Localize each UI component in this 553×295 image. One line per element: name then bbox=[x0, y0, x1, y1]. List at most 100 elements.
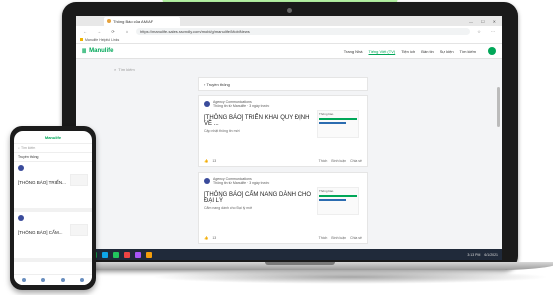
post-meta: Thông tin từ Manulife · 3 ngày trước bbox=[213, 104, 270, 108]
post-thumbnail[interactable]: Thông báo bbox=[317, 110, 359, 138]
main-content: ⌕ Tìm kiếm ‹ Truyền thông Agency Communi… bbox=[76, 59, 502, 244]
back-icon[interactable]: ← bbox=[80, 29, 90, 34]
like-icon: 👍 bbox=[204, 159, 209, 163]
phone-header: Manulife bbox=[14, 131, 92, 144]
browser-icon[interactable] bbox=[102, 251, 108, 258]
browser-tab[interactable]: Thông Báo của AM/AF bbox=[104, 16, 180, 26]
avatar[interactable] bbox=[488, 47, 496, 55]
phone-search-placeholder: Tìm kiếm bbox=[20, 146, 36, 150]
system-tray: 3:13 PM 6/1/2021 bbox=[467, 253, 498, 257]
laptop-frame: Thông Báo của AM/AF — ☐ ✕ ← → ⟳ ⌂ https:… bbox=[62, 2, 518, 270]
star-icon[interactable]: ☆ bbox=[474, 29, 484, 34]
like-icon: 👍 bbox=[204, 236, 209, 240]
laptop-screen: Thông Báo của AM/AF — ☐ ✕ ← → ⟳ ⌂ https:… bbox=[76, 16, 502, 260]
like-count: 13 bbox=[212, 236, 217, 240]
app-icon[interactable] bbox=[146, 251, 152, 258]
share-button[interactable]: Chia sẻ bbox=[350, 159, 362, 163]
thumb-label: Thông báo bbox=[319, 189, 334, 193]
post-description: Cẩm nang dành cho Đại lý mới bbox=[204, 206, 253, 210]
post-card[interactable]: Agency Communications Thông tin từ Manul… bbox=[198, 95, 368, 167]
nav-item-events[interactable]: Sự kiện bbox=[440, 49, 454, 54]
brand-logo[interactable]: Ⅲ Manulife bbox=[82, 48, 113, 55]
like-button[interactable]: Thích bbox=[319, 236, 328, 240]
like-button[interactable]: Thích bbox=[319, 159, 328, 163]
nav-item-bulletin[interactable]: Bản tin bbox=[421, 49, 433, 54]
post-title[interactable]: [THÔNG BÁO] TRIỂN KHAI QUY ĐỊNH VỀ ... bbox=[204, 115, 314, 127]
nav-item-home[interactable]: Trang Nhà bbox=[344, 49, 363, 54]
phone-breadcrumb[interactable]: Truyền thông bbox=[14, 152, 92, 162]
breadcrumb[interactable]: ‹ Truyền thông bbox=[198, 77, 368, 91]
forward-icon[interactable]: → bbox=[94, 29, 104, 34]
reload-icon[interactable]: ⟳ bbox=[108, 29, 118, 34]
nav-dot-icon[interactable] bbox=[41, 278, 46, 282]
post-footer: 👍 13 Thích Bình luận Chia sẻ bbox=[204, 159, 362, 163]
url-field[interactable]: https://manulife-sales.ssvndly.com/mobi/… bbox=[136, 27, 470, 35]
folder-icon bbox=[80, 38, 83, 41]
camera-icon bbox=[287, 8, 292, 13]
thumb-bar bbox=[319, 122, 346, 124]
comment-button[interactable]: Bình luận bbox=[331, 236, 346, 240]
post-description: Cập nhật thông tin mới bbox=[204, 129, 240, 133]
manulife-logo-icon: Ⅲ bbox=[82, 48, 87, 55]
nav-dot-icon[interactable] bbox=[80, 278, 85, 282]
nav-dot-icon[interactable] bbox=[60, 278, 65, 282]
comment-button[interactable]: Bình luận bbox=[331, 159, 346, 163]
browser-titlebar: Thông Báo của AM/AF — ☐ ✕ bbox=[76, 16, 502, 26]
close-button[interactable]: ✕ bbox=[493, 19, 496, 24]
phone-post-card[interactable]: [THÔNG BÁO] CẨM... bbox=[14, 212, 92, 262]
address-bar: ← → ⟳ ⌂ https://manulife-sales.ssvndly.c… bbox=[76, 26, 502, 36]
home-icon[interactable]: ⌂ bbox=[122, 29, 132, 34]
nav-label: Tiện ích bbox=[401, 48, 416, 54]
phone-breadcrumb-label: Truyền thông bbox=[18, 155, 39, 159]
bookmarks-bar: Manulife Helpful Links bbox=[76, 36, 502, 44]
like-count: 13 bbox=[212, 159, 217, 163]
avatar bbox=[204, 178, 210, 184]
post-card[interactable]: Agency Communications Thông tin từ Manul… bbox=[198, 172, 368, 244]
feed-column: ‹ Truyền thông Agency Communications Thô… bbox=[198, 77, 368, 249]
post-header: Agency Communications Thông tin từ Manul… bbox=[204, 177, 362, 185]
phone-post-thumbnail bbox=[70, 224, 88, 236]
taskbar: 3:13 PM 6/1/2021 bbox=[76, 249, 502, 260]
main-nav: Trang Nhà Tiếng Việt (TV) Tiện ích Bản t… bbox=[344, 47, 496, 55]
nav-label: Tiếng Việt (TV) bbox=[368, 48, 396, 54]
nav-dot-icon[interactable] bbox=[21, 278, 26, 282]
app-icon[interactable] bbox=[113, 251, 119, 258]
nav-label: Trang Nhà bbox=[343, 48, 363, 54]
scrollbar[interactable] bbox=[497, 87, 500, 127]
thumb-bar bbox=[319, 118, 357, 120]
share-button[interactable]: Chia sẻ bbox=[350, 236, 362, 240]
nav-item-tools[interactable]: Tiện ích bbox=[401, 49, 415, 54]
phone-brand: Manulife bbox=[44, 134, 62, 140]
thumb-bar bbox=[319, 199, 346, 201]
brand-name: Manulife bbox=[89, 48, 114, 54]
search-input[interactable]: ⌕ Tìm kiếm bbox=[114, 65, 254, 73]
url-text: https://manulife-sales.ssvndly.com/mobi/… bbox=[140, 28, 250, 34]
minimize-button[interactable]: — bbox=[469, 19, 473, 24]
nav-label: Bản tin bbox=[421, 48, 434, 54]
thumb-bar bbox=[319, 195, 357, 197]
nav-label: Sự kiện bbox=[439, 48, 454, 54]
search-icon: ⌕ bbox=[114, 66, 117, 72]
avatar bbox=[204, 101, 210, 107]
post-title[interactable]: [THÔNG BÁO] CẨM NANG DÀNH CHO ĐẠI LÝ bbox=[204, 192, 314, 204]
phone-search-input[interactable]: ⌕ Tìm kiếm bbox=[14, 144, 92, 152]
menu-icon[interactable]: ⋯ bbox=[488, 29, 498, 34]
laptop-notch bbox=[265, 262, 335, 265]
nav-item-search[interactable]: Tìm kiếm bbox=[460, 49, 476, 54]
post-footer: 👍 13 Thích Bình luận Chia sẻ bbox=[204, 236, 362, 240]
post-thumbnail[interactable]: Thông báo bbox=[317, 187, 359, 215]
app-icon[interactable] bbox=[124, 251, 130, 258]
app-icon[interactable] bbox=[135, 251, 141, 258]
device-shadow bbox=[150, 270, 550, 284]
breadcrumb-label: Truyền thông bbox=[206, 81, 230, 87]
app-header: Ⅲ Manulife Trang Nhà Tiếng Việt (TV) Tiệ… bbox=[76, 44, 502, 59]
maximize-button[interactable]: ☐ bbox=[481, 19, 485, 24]
nav-label: Tìm kiếm bbox=[459, 48, 476, 54]
thumb-label: Thông báo bbox=[319, 112, 334, 116]
nav-item-news[interactable]: Tiếng Việt (TV) bbox=[369, 49, 396, 54]
avatar bbox=[18, 215, 24, 221]
phone-frame: Manulife ⌕ Tìm kiếm Truyền thông [THÔNG … bbox=[10, 126, 96, 290]
bookmark-link[interactable]: Manulife Helpful Links bbox=[85, 38, 119, 42]
tab-title: Thông Báo của AM/AF bbox=[113, 18, 154, 24]
phone-post-card[interactable]: [THÔNG BÁO] TRIỂN... bbox=[14, 162, 92, 212]
